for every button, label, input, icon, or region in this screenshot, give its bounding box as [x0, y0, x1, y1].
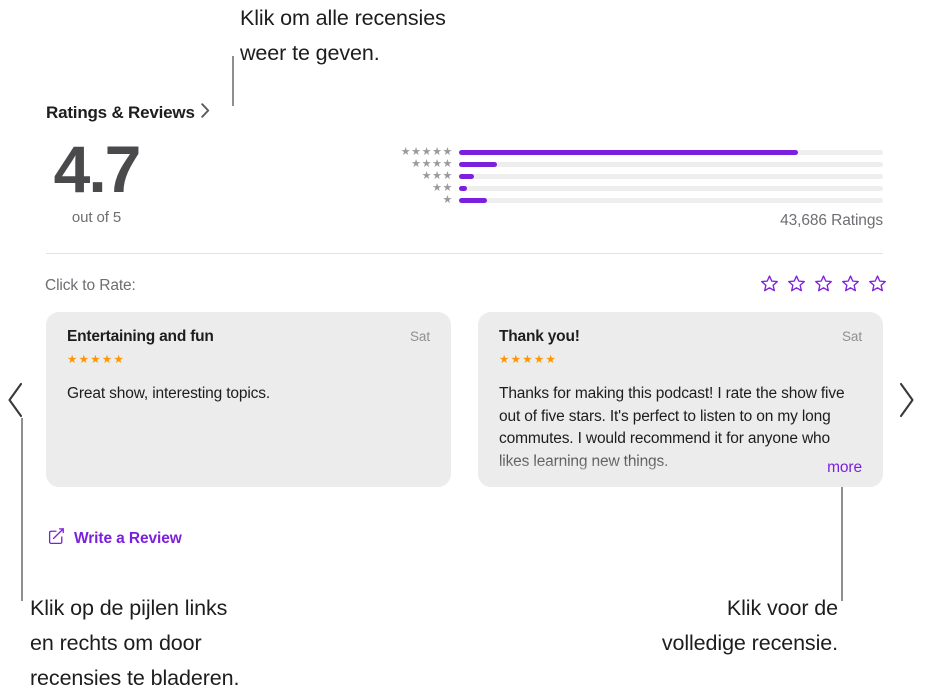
histogram-star-label: ★★	[432, 182, 453, 194]
review-rating-stars: ★★★★★	[499, 354, 558, 366]
callout-bottom-right-leader-line	[841, 478, 843, 601]
histogram-row: ★	[383, 194, 883, 206]
star-outline-icon[interactable]	[814, 274, 833, 298]
histogram-row: ★★★	[383, 170, 883, 182]
review-card[interactable]: Thank you! Sat ★★★★★ Thanks for making t…	[478, 312, 883, 487]
review-card[interactable]: Entertaining and fun Sat ★★★★★ Great sho…	[46, 312, 451, 487]
histogram-star-label: ★	[442, 194, 453, 206]
chevron-left-icon	[8, 382, 23, 418]
histogram-star-label: ★★★★★	[400, 146, 453, 158]
histogram-bar	[459, 173, 474, 179]
review-rating-stars: ★★★★★	[67, 354, 126, 366]
chevron-right-icon	[200, 103, 210, 123]
ratings-and-reviews-header-link[interactable]: Ratings & Reviews	[46, 103, 210, 123]
review-header: Entertaining and fun Sat	[67, 328, 430, 346]
review-header: Thank you! Sat	[499, 328, 862, 346]
click-to-rate-stars[interactable]	[760, 274, 887, 298]
histogram-bar	[459, 185, 468, 191]
star-outline-icon[interactable]	[787, 274, 806, 298]
write-a-review-button[interactable]: Write a Review	[48, 528, 182, 550]
callout-bottom-right-text: Klik voor de volledige recensie.	[661, 596, 838, 655]
callout-bottom-left-leader-line	[21, 418, 23, 601]
review-date: Sat	[842, 329, 862, 344]
review-body-text: Thanks for making this podcast! I rate t…	[499, 385, 845, 470]
histogram-track	[459, 149, 883, 155]
click-to-rate-label: Click to Rate:	[45, 277, 136, 294]
histogram-track	[459, 161, 883, 167]
star-outline-icon[interactable]	[760, 274, 779, 298]
previous-reviews-arrow-button[interactable]	[6, 381, 24, 424]
histogram-star-label: ★★★★	[411, 158, 453, 170]
chevron-right-icon	[899, 382, 914, 418]
callout-top-text: Klik om alle recensies weer te geven.	[240, 6, 446, 65]
write-a-review-label: Write a Review	[74, 530, 182, 547]
histogram-track	[459, 185, 883, 191]
review-date: Sat	[410, 329, 430, 344]
review-title: Thank you!	[499, 328, 580, 345]
histogram-row: ★★★★★	[383, 146, 883, 158]
histogram-bar	[459, 149, 799, 155]
star-outline-icon[interactable]	[841, 274, 860, 298]
callout-bottom-left-text: Klik op de pijlen links en rechts om doo…	[30, 596, 240, 690]
callout-top-leader-line	[232, 56, 234, 106]
average-score-value: 4.7	[53, 132, 142, 206]
ratings-histogram: ★★★★★ ★★★★ ★★★ ★★ ★	[383, 146, 883, 206]
histogram-star-label: ★★★	[421, 170, 453, 182]
histogram-row: ★★	[383, 182, 883, 194]
histogram-bar	[459, 197, 487, 203]
average-score-scale-label: out of 5	[71, 209, 122, 226]
more-link[interactable]: more	[827, 459, 862, 477]
histogram-bar	[459, 161, 498, 167]
review-title: Entertaining and fun	[67, 328, 214, 345]
review-body-text: Great show, interesting topics.	[67, 385, 270, 402]
total-ratings-count: 43,686 Ratings	[780, 212, 883, 229]
average-score-block: 4.7 out of 5	[44, 132, 354, 226]
compose-pencil-icon	[48, 528, 65, 550]
histogram-track	[459, 173, 883, 179]
star-outline-icon[interactable]	[868, 274, 887, 298]
section-divider	[46, 253, 883, 254]
histogram-row: ★★★★	[383, 158, 883, 170]
next-reviews-arrow-button[interactable]	[898, 381, 916, 424]
histogram-track	[459, 197, 883, 203]
page-title: Ratings & Reviews	[46, 103, 195, 122]
ratings-and-reviews-screen: Klik om alle recensies weer te geven. Kl…	[0, 0, 931, 700]
